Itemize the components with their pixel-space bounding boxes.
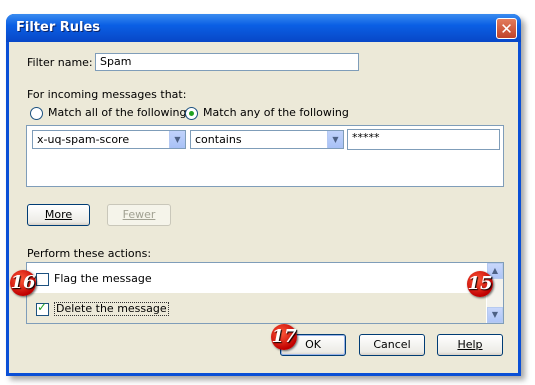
filter-rules-dialog: Filter Rules ✕ Filter name: Spam For inc… [6,14,521,376]
help-button[interactable]: Help [437,334,503,356]
scroll-down-icon[interactable]: ▼ [487,307,503,323]
field-select-value: x-uq-spam-score [37,133,130,146]
close-button[interactable]: ✕ [496,18,517,39]
match-any-label[interactable]: Match any of the following [203,106,349,119]
match-all-label[interactable]: Match all of the following [48,106,187,119]
action-item[interactable]: Delete the message [27,293,486,323]
flag-message-label[interactable]: Flag the message [54,272,152,285]
annotation-badge-16: 16 [10,270,36,296]
cancel-button[interactable]: Cancel [359,334,425,356]
field-select[interactable]: x-uq-spam-score ▼ [32,130,186,149]
filter-name-input[interactable]: Spam [95,53,359,71]
title-bar[interactable]: Filter Rules ✕ [6,14,521,42]
conditions-heading: For incoming messages that: [27,88,187,101]
fewer-button[interactable]: Fewer [107,204,171,226]
action-list: Flag the message Delete the message ▲ ▼ [26,262,504,324]
actions-heading: Perform these actions: [27,247,152,260]
delete-message-checkbox[interactable] [36,300,49,316]
more-button-label: More [44,208,73,221]
fewer-button-label: Fewer [122,208,156,221]
dialog-title: Filter Rules [16,20,101,35]
more-button[interactable]: More [27,204,90,226]
filter-name-label: Filter name: [27,56,93,69]
delete-message-label[interactable]: Delete the message [54,302,169,316]
match-any-radio[interactable] [185,107,198,120]
chevron-down-icon[interactable]: ▼ [327,131,343,148]
flag-message-checkbox[interactable] [36,273,49,286]
dialog-body: Filter name: Spam For incoming messages … [9,42,518,373]
help-button-label: Help [457,338,483,351]
condition-value-input[interactable]: ***** [347,129,500,150]
annotation-badge-17: 17 [271,324,297,350]
chevron-down-icon[interactable]: ▼ [169,131,185,148]
operator-select-value: contains [195,133,242,146]
match-all-radio[interactable] [30,107,43,120]
annotation-badge-15: 15 [467,271,493,297]
action-item[interactable]: Flag the message [27,263,486,293]
condition-list: x-uq-spam-score ▼ contains ▼ ***** [26,125,504,187]
operator-select[interactable]: contains ▼ [190,130,344,149]
